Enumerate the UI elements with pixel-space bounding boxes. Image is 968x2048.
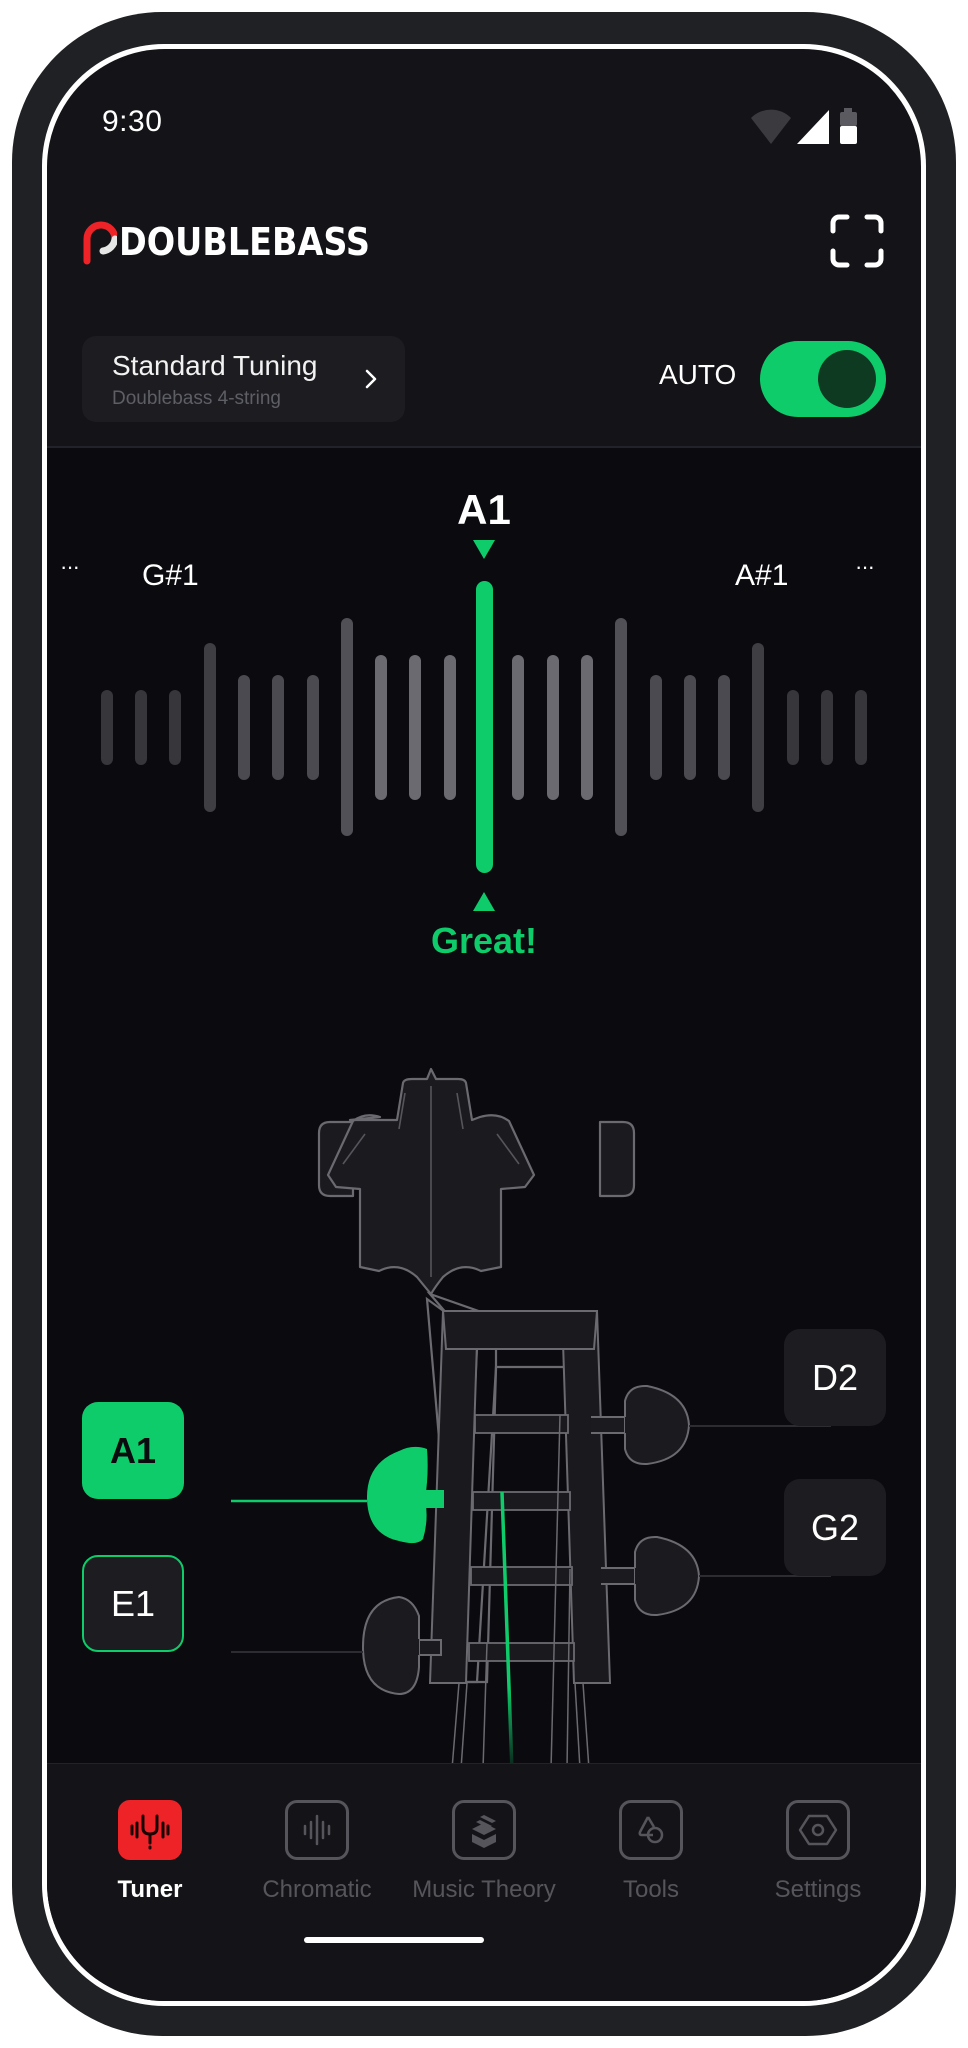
meter-bar — [306, 674, 319, 780]
string-button-g2[interactable]: G2 — [784, 1479, 886, 1576]
meter-bar — [683, 674, 696, 780]
meter-bar — [135, 689, 147, 765]
meter-bar — [855, 689, 868, 765]
waveform-icon — [285, 1800, 349, 1860]
hex-nut-icon — [786, 1800, 850, 1860]
shapes-icon — [619, 1800, 683, 1860]
string-button-a1[interactable]: A1 — [82, 1402, 184, 1499]
meter-bar — [580, 654, 593, 800]
meter-bar — [546, 654, 559, 800]
bottom-nav: Tuner Chromatic Music Theory Tools Setti… — [47, 1763, 921, 2001]
tuning-status: Great! — [430, 920, 538, 961]
target-marker-bottom-icon — [473, 892, 495, 911]
nav-item-chromatic[interactable]: Chromatic — [237, 1800, 397, 1904]
nav-item-tools[interactable]: Tools — [571, 1800, 731, 1904]
meter-bar — [649, 674, 662, 780]
meter-bar — [340, 618, 353, 836]
meter-bar — [786, 689, 799, 765]
meter-bar — [272, 674, 285, 780]
meter-bar — [169, 689, 182, 765]
meter-bar — [203, 642, 216, 812]
nav-label-settings: Settings — [774, 1876, 862, 1903]
meter-bar — [100, 689, 113, 765]
nav-label-tools: Tools — [622, 1876, 680, 1903]
nav-item-settings[interactable]: Settings — [738, 1800, 898, 1904]
book-stack-icon — [452, 1800, 516, 1860]
meter-bar — [615, 618, 628, 836]
home-indicator[interactable] — [304, 1937, 484, 1943]
tuning-fork-icon — [118, 1800, 182, 1860]
string-button-e1[interactable]: E1 — [82, 1555, 184, 1652]
meter-bar — [718, 674, 731, 780]
meter-bar — [821, 689, 833, 765]
meter-bar — [512, 654, 525, 800]
peg-e1 — [231, 1595, 442, 1696]
nav-label-chromatic: Chromatic — [262, 1876, 372, 1903]
nav-item-music-theory[interactable]: Music Theory — [404, 1800, 564, 1904]
meter-needle — [475, 581, 493, 873]
nav-item-tuner[interactable]: Tuner — [70, 1800, 230, 1904]
string-button-d2[interactable]: D2 — [784, 1329, 886, 1426]
meter-bar — [752, 642, 765, 812]
meter-bar — [443, 654, 456, 800]
meter-bar — [237, 674, 250, 780]
peg-a1 — [231, 1446, 444, 1544]
app-screen: 9:30 DOUBLEBASS Standard Tuning Doubleba… — [47, 49, 921, 2001]
nav-label-tuner: Tuner — [117, 1876, 183, 1903]
meter-bar — [409, 654, 422, 800]
nav-label-music-theory: Music Theory — [412, 1876, 556, 1903]
meter-bar — [375, 654, 388, 800]
